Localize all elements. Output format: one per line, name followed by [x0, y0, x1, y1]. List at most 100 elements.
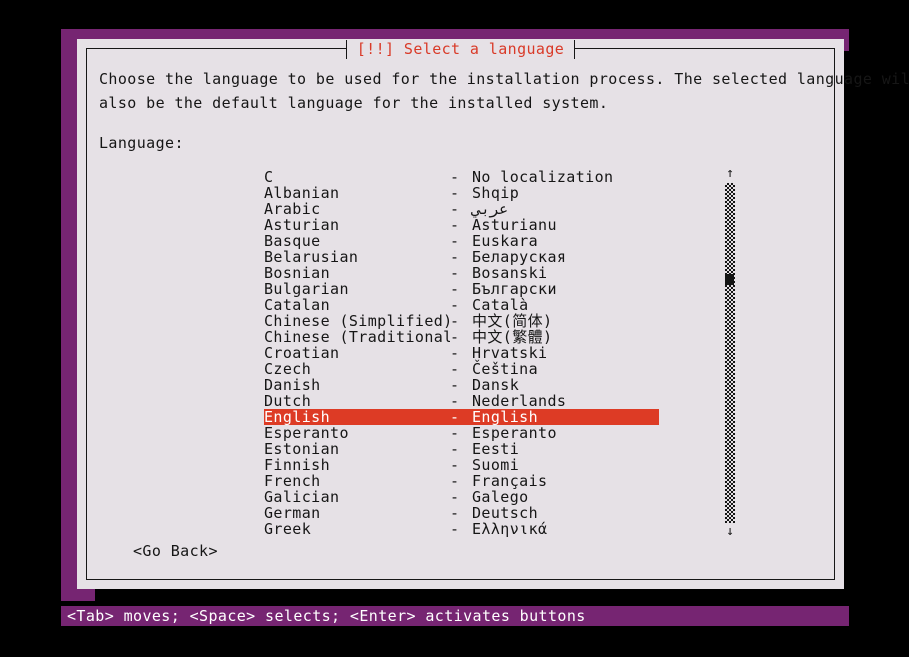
language-row[interactable]: Arabic - عربي: [264, 201, 659, 217]
language-native-name: Asturianu: [472, 216, 557, 234]
language-separator: -: [450, 232, 460, 250]
language-name: Catalan: [264, 297, 331, 313]
language-name: Esperanto: [264, 425, 349, 441]
language-native-name: Suomi: [472, 456, 520, 474]
language-row[interactable]: Croatian - Hrvatski: [264, 345, 659, 361]
language-native-name: 中文(简体): [472, 312, 553, 330]
language-native-name: Català: [472, 296, 529, 314]
language-row[interactable]: Chinese (Traditional) - 中文(繁體): [264, 329, 659, 345]
language-separator: -: [450, 344, 460, 362]
language-name: Finnish: [264, 457, 331, 473]
description-line-1: Choose the language to be used for the i…: [99, 70, 909, 88]
language-name: Galician: [264, 489, 340, 505]
dialog-inner-frame: [!!] Select a language Choose the langua…: [86, 39, 909, 580]
language-separator: -: [450, 328, 460, 346]
language-row[interactable]: C - No localization: [264, 169, 659, 185]
language-name: Asturian: [264, 217, 340, 233]
language-row[interactable]: Finnish - Suomi: [264, 457, 659, 473]
language-separator: -: [450, 216, 460, 234]
language-row[interactable]: Belarusian - Беларуская: [264, 249, 659, 265]
dialog-title: [!!] Select a language: [345, 39, 576, 59]
language-separator: -: [450, 168, 460, 186]
language-name: Danish: [264, 377, 321, 393]
language-name: Czech: [264, 361, 312, 377]
language-row[interactable]: French - Français: [264, 473, 659, 489]
language-native-name: Deutsch: [472, 504, 539, 522]
language-row[interactable]: English - English: [264, 409, 659, 425]
language-separator: -: [450, 200, 460, 218]
language-name: English: [264, 409, 331, 425]
language-native-name: English: [472, 408, 539, 426]
language-separator: -: [450, 376, 460, 394]
language-row[interactable]: Estonian - Eesti: [264, 441, 659, 457]
language-name: French: [264, 473, 321, 489]
language-row[interactable]: Galician - Galego: [264, 489, 659, 505]
language-native-name: No localization: [472, 168, 614, 186]
language-name: C: [264, 169, 274, 185]
language-row[interactable]: Danish - Dansk: [264, 377, 659, 393]
language-list-scrollbar[interactable]: ↑ ↓: [723, 167, 737, 539]
language-separator: -: [450, 280, 460, 298]
language-row[interactable]: Chinese (Simplified) - 中文(简体): [264, 313, 659, 329]
language-native-name: Dansk: [472, 376, 520, 394]
language-name: Bosnian: [264, 265, 331, 281]
language-native-name: Euskara: [472, 232, 539, 250]
language-native-name: Ελληνικά: [472, 520, 548, 538]
language-separator: -: [450, 296, 460, 314]
language-native-name: Galego: [472, 488, 529, 506]
language-separator: -: [450, 248, 460, 266]
language-list-label: Language:: [99, 134, 184, 152]
language-name: Arabic: [264, 201, 321, 217]
language-name: Croatian: [264, 345, 340, 361]
language-row[interactable]: Albanian - Shqip: [264, 185, 659, 201]
language-separator: -: [450, 456, 460, 474]
language-native-name: Беларуская: [472, 248, 567, 266]
language-name: Chinese (Simplified): [264, 313, 450, 329]
scrollbar-track[interactable]: [725, 183, 735, 523]
scroll-up-arrow-icon[interactable]: ↑: [723, 167, 737, 181]
language-separator: -: [450, 184, 460, 202]
language-row[interactable]: Esperanto - Esperanto: [264, 425, 659, 441]
language-native-name: Français: [472, 472, 548, 490]
language-separator: -: [450, 424, 460, 442]
language-row[interactable]: Basque - Euskara: [264, 233, 659, 249]
language-separator: -: [450, 392, 460, 410]
language-name: Albanian: [264, 185, 340, 201]
language-separator: -: [450, 472, 460, 490]
language-row[interactable]: Bosnian - Bosanski: [264, 265, 659, 281]
language-native-name: Čeština: [472, 360, 539, 378]
language-name: Greek: [264, 521, 312, 537]
language-row[interactable]: Asturian - Asturianu: [264, 217, 659, 233]
status-bar: <Tab> moves; <Space> selects; <Enter> ac…: [61, 606, 849, 626]
language-name: Dutch: [264, 393, 312, 409]
language-separator: -: [450, 488, 460, 506]
language-row[interactable]: Czech - Čeština: [264, 361, 659, 377]
select-language-dialog: [!!] Select a language Choose the langua…: [77, 39, 909, 589]
language-native-name: Shqip: [472, 184, 520, 202]
language-native-name: Nederlands: [472, 392, 567, 410]
language-row[interactable]: Dutch - Nederlands: [264, 393, 659, 409]
language-name: German: [264, 505, 321, 521]
language-name: Chinese (Traditional): [264, 329, 450, 345]
scrollbar-thumb[interactable]: [725, 274, 734, 285]
language-separator: -: [450, 520, 460, 538]
go-back-button[interactable]: <Go Back>: [133, 542, 218, 560]
language-native-name: Bosanski: [472, 264, 548, 282]
language-row[interactable]: Greek - Ελληνικά: [264, 521, 659, 537]
language-separator: -: [450, 264, 460, 282]
language-name: Estonian: [264, 441, 340, 457]
language-separator: -: [450, 312, 460, 330]
language-row[interactable]: German - Deutsch: [264, 505, 659, 521]
language-native-name: عربي: [472, 200, 509, 218]
description-line-2: also be the default language for the ins…: [99, 94, 609, 112]
dialog-title-bar: [!!] Select a language: [87, 39, 834, 59]
language-list[interactable]: C - No localization Albanian - Shqip Arabic - عر…: [264, 169, 659, 537]
language-name: Basque: [264, 233, 321, 249]
language-row[interactable]: Catalan - Català: [264, 297, 659, 313]
language-native-name: 中文(繁體): [472, 328, 553, 346]
language-separator: -: [450, 504, 460, 522]
language-separator: -: [450, 440, 460, 458]
language-row[interactable]: Bulgarian - Български: [264, 281, 659, 297]
scroll-down-arrow-icon[interactable]: ↓: [723, 525, 737, 539]
